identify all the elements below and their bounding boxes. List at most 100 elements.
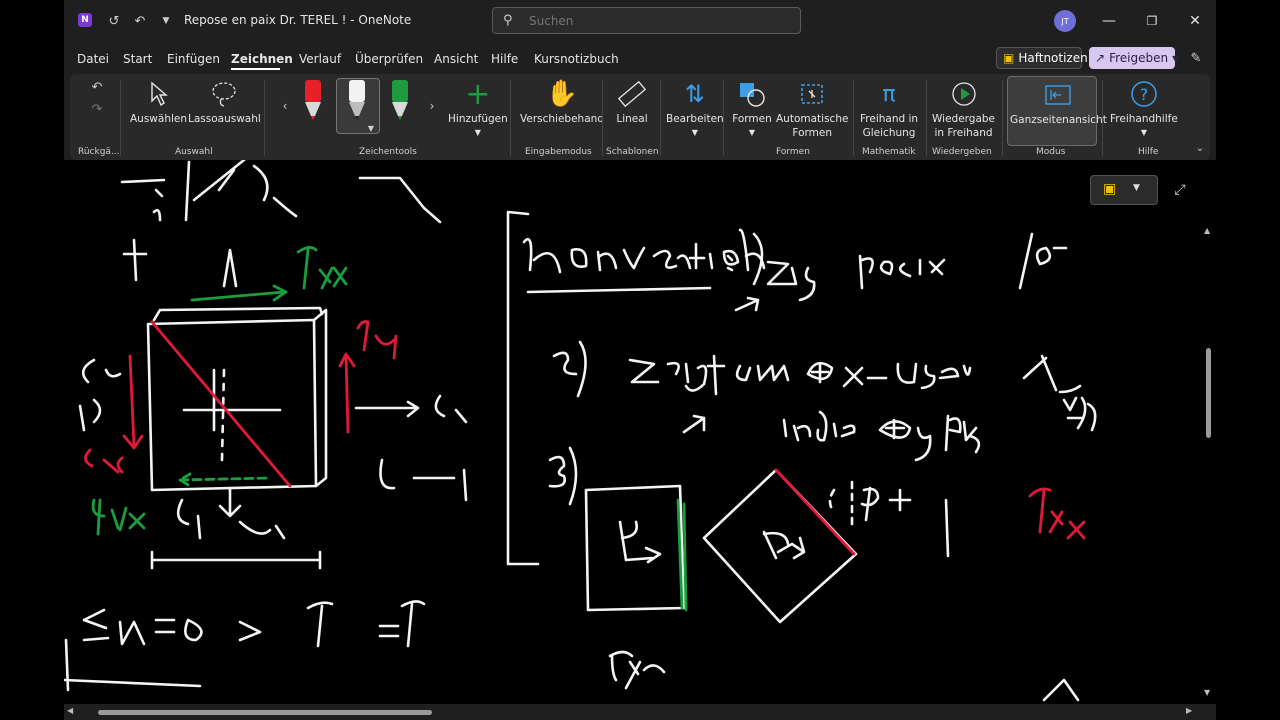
note-canvas[interactable] (64, 158, 1216, 704)
tab-start[interactable]: Start (123, 52, 152, 66)
svg-text:?: ? (1140, 85, 1149, 104)
separator (120, 80, 121, 156)
chevron-down-icon: ▼ (1140, 128, 1147, 137)
shapes-button[interactable]: Formen ▼ (732, 76, 772, 140)
group-label-stencils: Schablonen (606, 147, 659, 157)
separator (510, 80, 511, 156)
tab-ueberpruefen[interactable]: Überprüfen (355, 52, 423, 66)
select-button[interactable]: Auswählen (130, 76, 187, 126)
chevron-right-icon[interactable]: › (422, 96, 442, 116)
sticky-notes-button[interactable]: ▣ Haftnotizen (996, 47, 1088, 69)
chevron-down-icon[interactable]: ▼ (361, 118, 381, 138)
fullpage-icon (1038, 77, 1078, 113)
pen-options-button[interactable]: ▣ ▼ (1090, 175, 1158, 205)
pen-white[interactable] (344, 80, 370, 120)
search-icon: ⚲ (503, 13, 513, 28)
auto-shapes-button[interactable]: Automatische Formen (776, 76, 848, 140)
group-label-shapes: Formen (776, 147, 810, 157)
redo-icon[interactable]: ↷ (87, 99, 107, 119)
onenote-logo-icon: N (78, 13, 92, 27)
avatar[interactable]: JT (1054, 10, 1076, 32)
replay-icon (944, 76, 984, 112)
ink-replay-button[interactable]: Wiedergabe in Freihand (932, 76, 995, 140)
horizontal-scrollbar[interactable]: ◀ ▶ (64, 704, 1216, 720)
fullpage-view-content: Ganzseitenansicht (1010, 77, 1107, 127)
chevron-down-icon: ▼ (691, 128, 698, 137)
question-icon: ? (1124, 76, 1164, 112)
title-bar: N ↺ ↶ ▼ Repose en paix Dr. TEREL ! - One… (64, 0, 1216, 42)
sticky-note-icon: ▣ (1003, 51, 1015, 65)
add-pen-button[interactable]: + Hinzufügen ▼ (448, 76, 508, 140)
sticky-note-icon: ▣ (1103, 181, 1117, 197)
group-label-mode: Modus (1036, 147, 1066, 157)
separator (264, 80, 265, 156)
tab-datei[interactable]: Datei (77, 52, 109, 66)
undo-icon[interactable]: ↶ (87, 77, 107, 97)
group-label-help: Hilfe (1138, 147, 1159, 157)
ribbon-collapse-icon[interactable]: ⌄ (1190, 138, 1210, 158)
search-input[interactable] (527, 11, 781, 31)
share-button[interactable]: ↗ Freigeben ▼ (1089, 47, 1179, 69)
scroll-right-arrow-icon[interactable]: ▶ (1186, 706, 1192, 715)
tab-zeichnen[interactable]: Zeichnen (231, 52, 293, 66)
tab-einfuegen[interactable]: Einfügen (167, 52, 220, 66)
ink-drawing (64, 158, 1097, 702)
group-label-math: Mathematik (862, 147, 916, 157)
minimize-button[interactable]: — (1094, 8, 1124, 34)
active-tab-indicator (231, 68, 280, 70)
horizontal-scroll-thumb[interactable] (98, 710, 432, 715)
separator (853, 80, 854, 156)
group-label-drawing-tools: Zeichentools (359, 147, 417, 157)
ribbon: ↶ ↷ Rückgä... Auswählen Lassoauswahl Aus… (70, 74, 1210, 160)
tab-verlauf[interactable]: Verlauf (299, 52, 341, 66)
tab-ansicht[interactable]: Ansicht (434, 52, 478, 66)
chevron-left-icon[interactable]: ‹ (275, 96, 295, 116)
group-label-input-mode: Eingabemodus (525, 147, 592, 157)
search-box[interactable]: ⚲ (492, 7, 801, 34)
lasso-icon (204, 76, 244, 112)
edit-button[interactable]: ⇅ Bearbeiten ▼ (666, 76, 724, 140)
onenote-window: N ↺ ↶ ▼ Repose en paix Dr. TEREL ! - One… (64, 0, 1216, 720)
window-title: Repose en paix Dr. TEREL ! - OneNote (184, 13, 412, 27)
chevron-down-icon: ▼ (1172, 53, 1179, 63)
pi-icon: π (882, 81, 896, 107)
ruler-button[interactable]: Lineal (612, 76, 652, 126)
separator (602, 80, 603, 156)
tab-kursnotizbuch[interactable]: Kursnotizbuch (534, 52, 619, 66)
separator (660, 80, 661, 156)
undo-icon[interactable]: ↶ (130, 11, 150, 31)
group-label-playback: Wiedergeben (932, 147, 992, 157)
separator (723, 80, 724, 156)
shapes-icon (732, 76, 772, 112)
vertical-scroll-thumb[interactable] (1206, 348, 1211, 438)
close-button[interactable]: ✕ (1180, 8, 1210, 34)
scroll-up-arrow-icon[interactable]: ▲ (1204, 226, 1210, 235)
tab-hilfe[interactable]: Hilfe (491, 52, 518, 66)
comments-icon[interactable]: ✎ (1186, 48, 1206, 68)
auto-shapes-icon (792, 76, 832, 112)
quick-access-dropdown-icon[interactable]: ▼ (156, 11, 176, 31)
cursor-arrow-icon (139, 76, 179, 112)
pen-green[interactable] (387, 80, 413, 120)
restore-button[interactable]: ❐ (1137, 8, 1167, 34)
fullpage-view-button[interactable]: Ganzseitenansicht (1007, 76, 1107, 146)
group-label-undo: Rückgä... (78, 147, 120, 157)
hand-icon: ✋ (545, 79, 579, 109)
lasso-select-button[interactable]: Lassoauswahl (188, 76, 261, 126)
scroll-down-arrow-icon[interactable]: ▼ (1204, 688, 1210, 697)
separator (1002, 80, 1003, 156)
pen-red[interactable] (300, 80, 326, 120)
back-icon[interactable]: ↺ (104, 11, 124, 31)
separator (926, 80, 927, 156)
ink-help-button[interactable]: ? Freihandhilfe ▼ (1110, 76, 1178, 140)
expand-icon[interactable]: ⤢ (1170, 180, 1190, 200)
chevron-down-icon: ▼ (474, 128, 481, 137)
pan-button[interactable]: ✋ Verschiebehand (520, 76, 604, 126)
share-icon: ↗ (1095, 51, 1106, 65)
ruler-icon (612, 76, 652, 112)
group-label-selection: Auswahl (175, 147, 213, 157)
ink-to-math-button[interactable]: π Freihand in Gleichung (860, 76, 918, 140)
scroll-left-arrow-icon[interactable]: ◀ (67, 706, 73, 715)
vertical-scrollbar[interactable]: ▲ ▼ (1202, 226, 1216, 698)
plus-icon: + (465, 76, 491, 112)
